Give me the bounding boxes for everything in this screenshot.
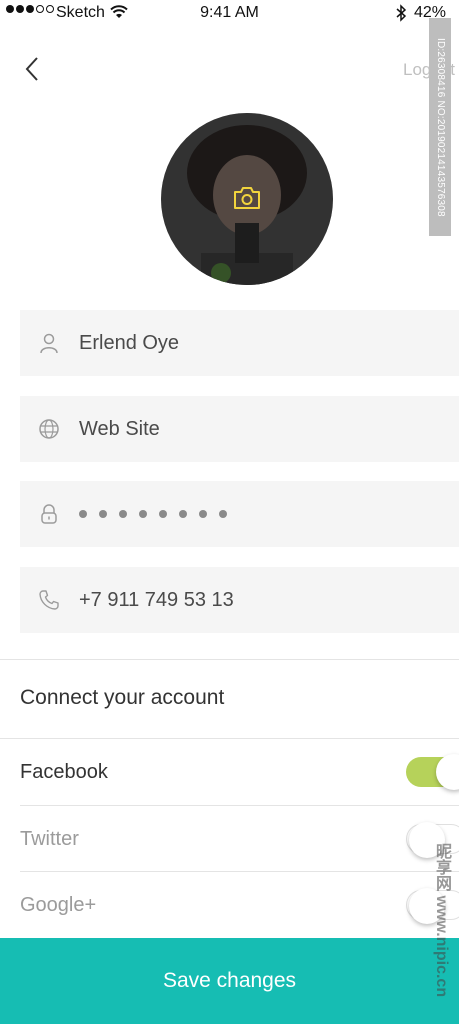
save-changes-button[interactable]: Save changes — [0, 938, 459, 1024]
watermark-id: ID:26308416 NO:20190214143576308 — [429, 18, 451, 236]
password-dot — [119, 510, 127, 518]
password-field[interactable] — [20, 481, 459, 547]
status-bar: Sketch 9:41 AM 42% — [0, 0, 459, 28]
password-mask — [79, 510, 227, 518]
website-placeholder: Web Site — [79, 417, 160, 440]
phone-icon — [39, 590, 59, 610]
camera-icon — [234, 187, 260, 209]
watermark-site: 昵享网 www.nipic.cn — [433, 842, 450, 998]
phone-field[interactable]: +7 911 749 53 13 — [20, 567, 459, 633]
toggle-knob — [436, 754, 459, 790]
social-row-twitter: Twitter — [0, 806, 459, 872]
back-chevron-icon[interactable] — [20, 54, 46, 84]
facebook-label: Facebook — [20, 761, 108, 783]
avatar[interactable] — [161, 113, 333, 285]
social-row-facebook: Facebook — [0, 739, 459, 805]
status-clock: 9:41 AM — [200, 4, 259, 21]
name-value: Erlend Oye — [79, 331, 180, 354]
bluetooth-icon — [396, 4, 407, 22]
password-dot — [79, 510, 87, 518]
password-dot — [99, 510, 107, 518]
social-row-google: Google+ — [0, 872, 459, 938]
password-dot — [179, 510, 187, 518]
twitter-label: Twitter — [20, 828, 79, 850]
password-dot — [219, 510, 227, 518]
globe-icon — [39, 419, 59, 439]
google-label: Google+ — [20, 894, 97, 916]
connect-section-title: Connect your account — [20, 686, 225, 709]
name-field[interactable]: Erlend Oye — [20, 310, 459, 376]
user-icon — [40, 333, 58, 354]
phone-value: +7 911 749 53 13 — [79, 588, 234, 611]
website-field[interactable]: Web Site — [20, 396, 459, 462]
facebook-toggle[interactable] — [406, 754, 459, 790]
divider — [0, 659, 459, 660]
password-dot — [199, 510, 207, 518]
lock-icon — [41, 504, 57, 524]
password-dot — [139, 510, 147, 518]
password-dot — [159, 510, 167, 518]
